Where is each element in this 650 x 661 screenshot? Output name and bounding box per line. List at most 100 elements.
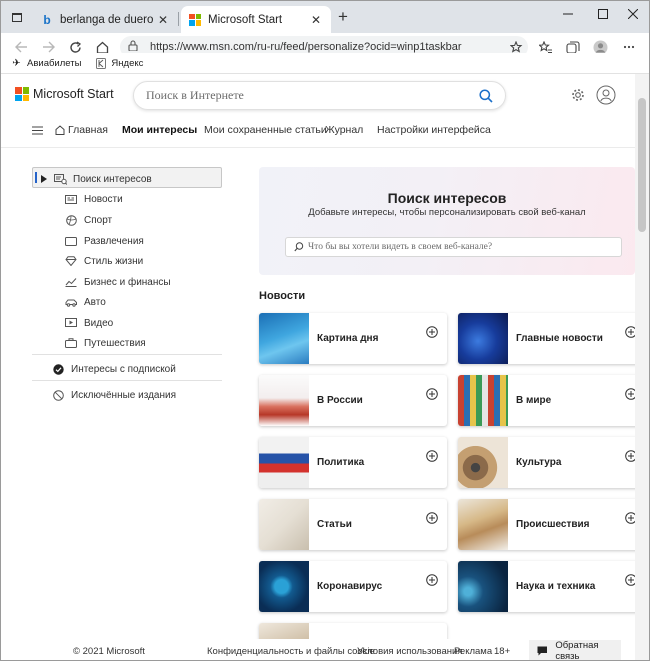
settings-button[interactable] (569, 86, 587, 104)
sidebar-label: Новости (84, 193, 123, 205)
sidebar-item-entertainment[interactable]: Развлечения (64, 235, 144, 247)
nav-home[interactable]: Главная (55, 124, 108, 136)
feedback-icon (537, 646, 548, 656)
top-nav: Главная Мои интересы Мои сохраненные ста… (1, 118, 635, 142)
footer-privacy-link[interactable]: Конфиденциальность и файлы cookie (207, 646, 375, 657)
add-circle-icon[interactable] (426, 511, 438, 524)
sidebar-item-news[interactable]: Новости (64, 193, 123, 205)
nav-my-interests[interactable]: Мои интересы (122, 124, 197, 136)
newspaper-icon (64, 193, 78, 205)
add-circle-icon[interactable] (625, 325, 635, 338)
block-icon (51, 389, 65, 401)
sidebar-label: Развлечения (84, 235, 144, 247)
interest-card[interactable]: Коронавирус (259, 561, 447, 612)
airplane-icon: ✈ (12, 57, 21, 69)
card-label: Коронавирус (317, 581, 383, 592)
card-label: В мире (516, 395, 552, 406)
add-circle-icon[interactable] (625, 573, 635, 586)
interest-card[interactable]: Наука и техника (458, 561, 635, 612)
interest-card[interactable]: В России (259, 375, 447, 426)
hamburger-menu-icon[interactable] (32, 126, 43, 135)
footer-terms-link[interactable]: Условия использования (357, 646, 462, 657)
add-circle-icon[interactable] (426, 325, 438, 338)
arrow-right-icon (42, 41, 55, 53)
sidebar-item-business[interactable]: Бизнес и финансы (64, 276, 171, 288)
search-icon[interactable] (479, 88, 493, 103)
sidebar-item-auto[interactable]: Авто (64, 296, 106, 308)
nav-divider (1, 147, 635, 148)
tab-bing-images[interactable]: b berlanga de duero - Bing images ✕ (33, 6, 178, 33)
interest-search-input[interactable] (308, 242, 621, 252)
interest-card[interactable]: Культура (458, 437, 635, 488)
panel-title: Поиск интересов (387, 190, 507, 206)
browser-window: b berlanga de duero - Bing images ✕ Micr… (0, 0, 650, 661)
sidebar-item-excluded[interactable]: Исключённые издания (51, 389, 176, 401)
search-interests-panel: Поиск интересов Добавьте интересы, чтобы… (259, 167, 635, 275)
nav-saved-articles[interactable]: Мои сохраненные статьи (204, 124, 327, 136)
web-search-input[interactable] (146, 88, 479, 103)
add-circle-icon[interactable] (426, 449, 438, 462)
suitcase-icon (64, 337, 78, 349)
scrollbar-thumb[interactable] (638, 98, 646, 232)
sidebar-item-video[interactable]: Видео (64, 317, 113, 329)
add-circle-icon[interactable] (625, 511, 635, 524)
interest-card[interactable]: Политика (259, 437, 447, 488)
user-icon (596, 85, 616, 105)
chart-icon (64, 276, 78, 288)
close-icon (628, 9, 638, 19)
sidebar-item-sport[interactable]: Спорт (64, 214, 112, 226)
interest-card[interactable]: Статьи (259, 499, 447, 550)
card-label: Культура (516, 457, 562, 468)
add-circle-icon[interactable] (426, 573, 438, 586)
interest-card[interactable]: Картина дня (259, 313, 447, 364)
web-search-box (133, 81, 506, 110)
brand-logo[interactable]: Microsoft Start (15, 87, 114, 101)
card-label: Картина дня (317, 333, 379, 344)
card-image (458, 499, 508, 550)
favorite-aviabilety[interactable]: ✈ Авиабилеты (11, 58, 81, 69)
page-scrollbar[interactable] (635, 74, 649, 660)
card-image (458, 437, 508, 488)
card-label: Наука и техника (516, 581, 596, 592)
sidebar-item-lifestyle[interactable]: Стиль жизни (64, 255, 143, 267)
home-icon (55, 125, 65, 135)
sidebar-label: Видео (84, 317, 114, 329)
sidebar-label: Исключённые издания (71, 389, 177, 401)
sidebar-item-travel[interactable]: Путешествия (64, 337, 146, 349)
page-footer: © 2021 Microsoft Конфиденциальность и фа… (1, 639, 635, 660)
add-circle-icon[interactable] (625, 449, 635, 462)
tab-actions-icon[interactable] (7, 8, 27, 26)
feedback-button[interactable]: Обратная связь (529, 640, 621, 660)
account-button[interactable] (595, 84, 617, 106)
caret-right-icon (41, 175, 47, 183)
card-image (259, 375, 309, 426)
nav-journal[interactable]: Журнал (325, 124, 363, 136)
interest-card[interactable]: В мире (458, 375, 635, 426)
favorite-yandex[interactable]: Яндекс (95, 57, 144, 69)
footer-ads-link[interactable]: Реклама (454, 646, 492, 657)
card-image (259, 561, 309, 612)
add-circle-icon[interactable] (426, 387, 438, 400)
tab-title: berlanga de duero - Bing images (60, 13, 156, 26)
sidebar-item-subscribed[interactable]: Интересы с подпиской (51, 363, 176, 375)
card-image (458, 313, 508, 364)
card-image (259, 313, 309, 364)
panel-subtitle: Добавьте интересы, чтобы персонализирова… (308, 207, 586, 218)
interest-card[interactable]: Происшествия (458, 499, 635, 550)
tab-title: Microsoft Start (208, 13, 283, 26)
maximize-icon (598, 9, 608, 19)
sidebar-label: Поиск интересов (73, 173, 152, 185)
car-icon (64, 296, 78, 308)
close-tab-icon[interactable]: ✕ (156, 13, 170, 27)
favorite-label: Яндекс (111, 57, 144, 69)
close-tab-icon[interactable]: ✕ (309, 13, 323, 27)
add-circle-icon[interactable] (625, 387, 635, 400)
close-window-button[interactable] (616, 1, 649, 27)
new-tab-button[interactable]: + (335, 8, 351, 26)
minimize-button[interactable] (551, 1, 585, 27)
yandex-icon (95, 57, 106, 69)
tab-microsoft-start[interactable]: Microsoft Start ✕ (181, 6, 331, 33)
maximize-button[interactable] (586, 1, 620, 27)
interest-card[interactable]: Главные новости (458, 313, 635, 364)
nav-interface-settings[interactable]: Настройки интерфейса (377, 124, 491, 136)
